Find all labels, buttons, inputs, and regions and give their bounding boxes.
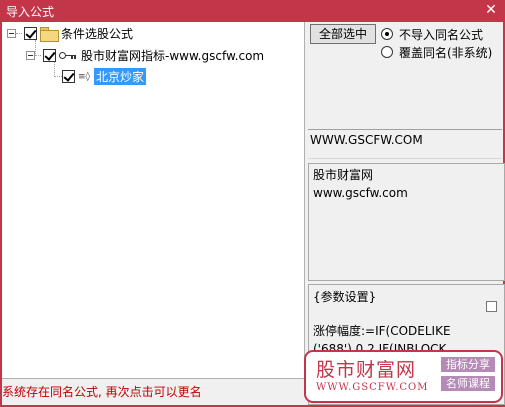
param-header: {参数设置} (313, 290, 377, 304)
close-icon[interactable]: ✕ (483, 1, 499, 19)
watermark-tag-share: 指标分享 (441, 357, 495, 372)
tree-node-root[interactable]: 条件选股公式 (7, 25, 133, 42)
tree-node-label: 股市财富网指标-www.gscfw.com (81, 49, 265, 63)
right-panel: 全部选中 不导入同名公式 覆盖同名(非系统) WWW.GSCFW.COM 股市财… (308, 22, 505, 405)
param-line: 涨停幅度:=IF(CODELIKE (313, 324, 451, 338)
tree-node-label: 条件选股公式 (61, 27, 134, 41)
formula-description-box[interactable]: 股市财富网 www.gscfw.com (308, 163, 505, 281)
dialog-client-area: 条件选股公式 股市财富网指标-www.gscfw.com ≡◊ 北京炒家 全部选… (2, 22, 505, 405)
collapse-toggle-icon[interactable] (7, 29, 16, 38)
radio-label: 不导入同名公式 (399, 27, 484, 42)
param-checkbox[interactable] (486, 301, 497, 312)
tree-connector (54, 62, 55, 77)
collapse-toggle-icon[interactable] (26, 51, 35, 60)
select-all-button[interactable]: 全部选中 (310, 24, 376, 44)
status-message: 系统存在同名公式, 再次点击可以更名 (2, 385, 202, 399)
site-watermark-logo: 股市财富网 WWW.GSCFW.COM 指标分享 名师课程 (304, 350, 503, 403)
formula-leaf-icon: ≡◊ (78, 71, 90, 82)
title-bar: 导入公式 ✕ (0, 0, 505, 22)
tree-node-child[interactable]: 股市财富网指标-www.gscfw.com (26, 47, 264, 64)
radio-no-import[interactable]: 不导入同名公式 (381, 26, 483, 42)
tree-node-leaf[interactable]: ≡◊ 北京炒家 (62, 68, 147, 85)
root-checkbox[interactable] (24, 27, 37, 40)
watermark-tag-course: 名师课程 (441, 376, 495, 391)
formula-url-field: WWW.GSCFW.COM (308, 129, 502, 159)
tree-node-label-selected[interactable]: 北京炒家 (94, 68, 147, 85)
radio-overwrite[interactable]: 覆盖同名(非系统) (381, 44, 492, 60)
watermark-url: WWW.GSCFW.COM (316, 382, 429, 393)
description-line: www.gscfw.com (313, 186, 408, 200)
description-line: 股市财富网 (313, 168, 374, 182)
leaf-checkbox[interactable] (62, 70, 75, 83)
key-icon (59, 50, 77, 62)
radio-button-checked[interactable] (381, 28, 393, 40)
folder-icon (40, 27, 59, 42)
child-checkbox[interactable] (43, 49, 56, 62)
radio-button[interactable] (381, 46, 393, 58)
tree-connector (54, 76, 62, 77)
radio-label: 覆盖同名(非系统) (399, 45, 493, 60)
formula-tree[interactable]: 条件选股公式 股市财富网指标-www.gscfw.com ≡◊ 北京炒家 (2, 22, 305, 379)
watermark-name: 股市财富网 (316, 359, 417, 381)
window-title: 导入公式 (6, 5, 55, 19)
